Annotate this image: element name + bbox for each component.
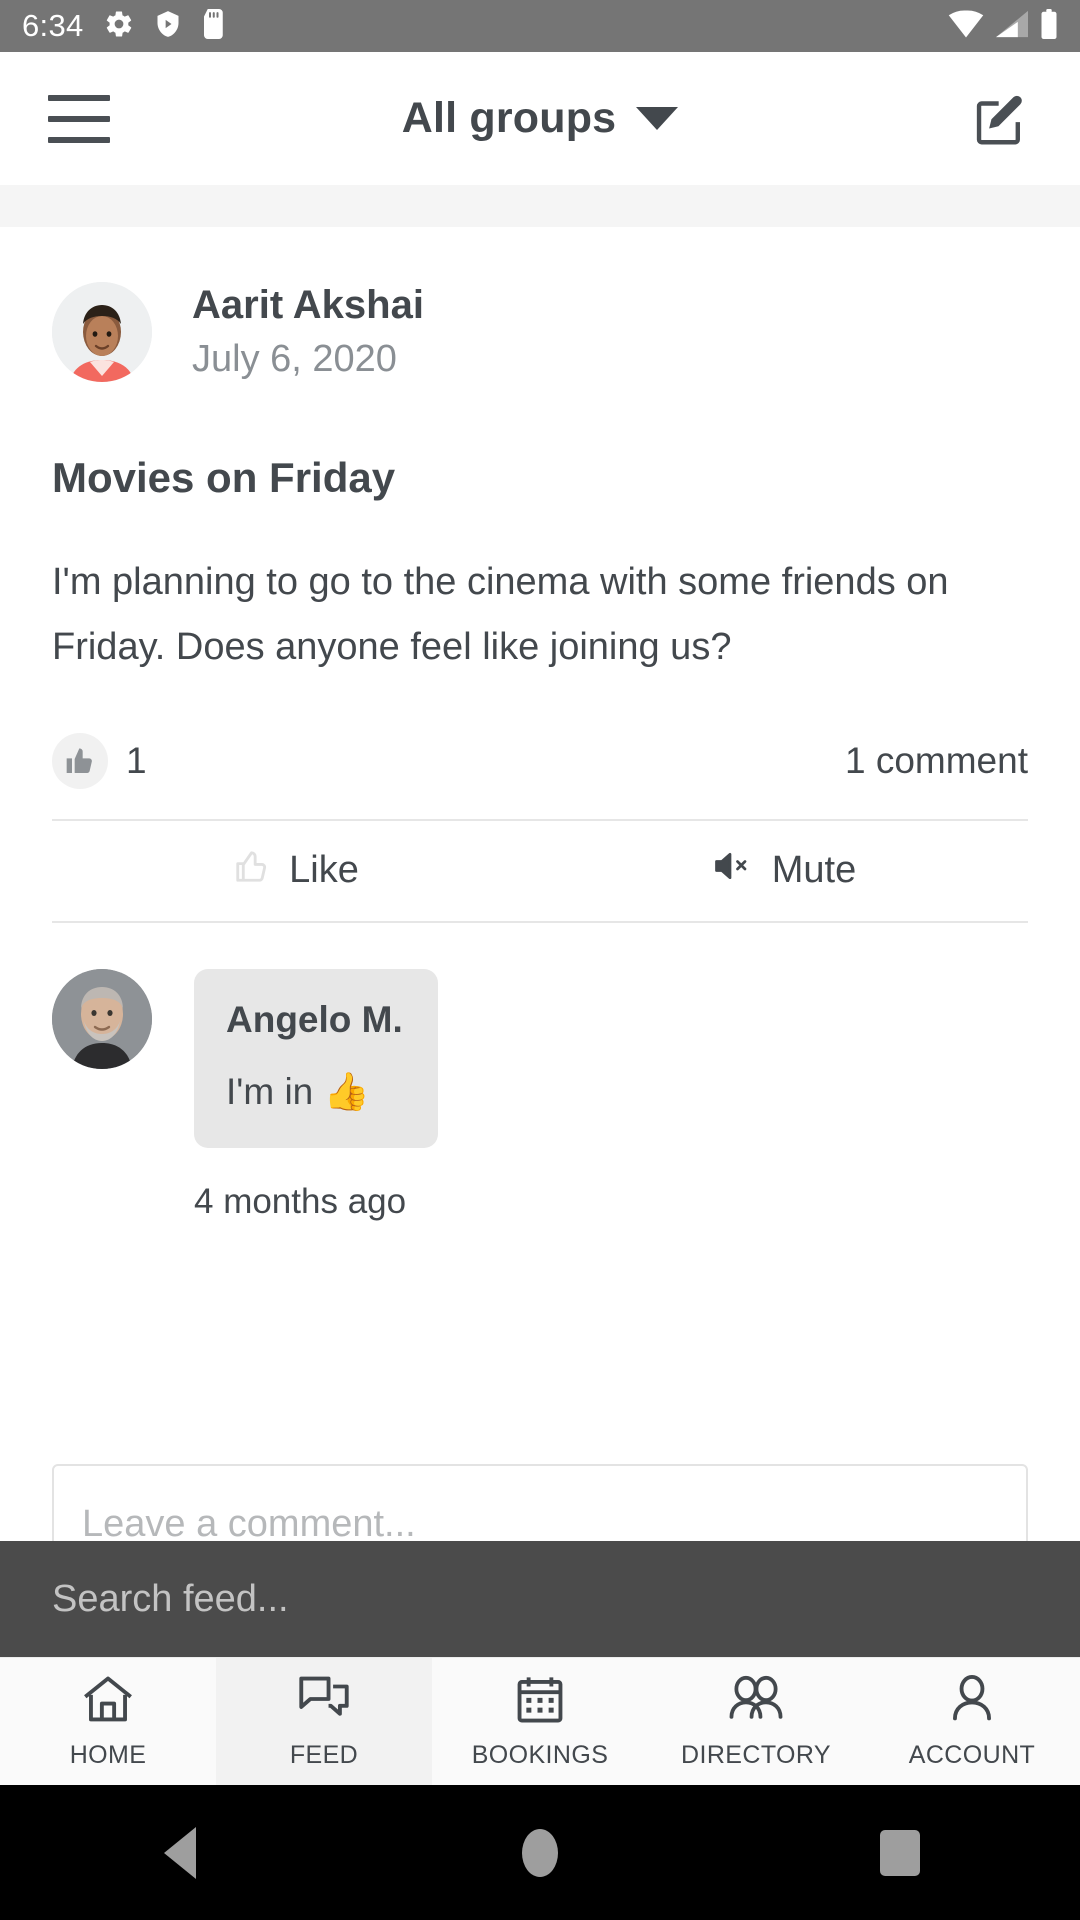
app-header: All groups [0, 52, 1080, 185]
compose-edit-icon[interactable] [970, 88, 1032, 150]
shield-play-icon [154, 9, 182, 44]
comment-text: I'm in 👍 [226, 1070, 370, 1112]
wifi-icon [948, 9, 984, 43]
comment-bubble: Angelo M. I'm in 👍 [194, 968, 438, 1148]
post-meta: Aarit Akshai July 6, 2020 [192, 283, 424, 381]
like-count-group[interactable]: 1 [52, 732, 147, 789]
post-header: Aarit Akshai July 6, 2020 [52, 227, 1028, 382]
comment-author: Angelo M. [226, 998, 403, 1040]
cellular-signal-icon [996, 10, 1028, 43]
android-back-button[interactable] [0, 1826, 360, 1879]
chat-bubbles-icon [296, 1674, 352, 1729]
search-input-placeholder: Search feed... [52, 1577, 289, 1620]
comment-item: Angelo M. I'm in 👍 4 months ago [52, 923, 1028, 1222]
people-icon [727, 1674, 785, 1729]
mute-button[interactable]: Mute [540, 847, 1028, 895]
nav-label-account: ACCOUNT [908, 1740, 1036, 1769]
hamburger-line [48, 115, 110, 122]
thumbs-up-outline-icon [233, 847, 271, 895]
home-icon [80, 1674, 136, 1729]
android-navigation-bar [0, 1785, 1080, 1920]
nav-item-home[interactable]: HOME [0, 1658, 216, 1785]
recents-square-icon [880, 1829, 920, 1876]
like-button[interactable]: Like [52, 847, 540, 895]
comment-count[interactable]: 1 comment [845, 740, 1028, 782]
android-home-button[interactable] [360, 1828, 720, 1877]
group-selector[interactable]: All groups [0, 94, 1080, 143]
post-author: Aarit Akshai [192, 283, 424, 327]
chevron-down-icon[interactable] [636, 107, 679, 130]
speaker-mute-icon [712, 848, 754, 894]
post-title: Movies on Friday [52, 454, 396, 501]
back-triangle-icon [164, 1826, 196, 1879]
hamburger-line [48, 94, 110, 101]
nav-item-feed[interactable]: FEED [216, 1658, 432, 1785]
nav-label-bookings: BOOKINGS [471, 1740, 609, 1769]
thumbs-up-filled-icon [52, 732, 108, 789]
like-button-label: Like [289, 849, 359, 892]
nav-label-feed: FEED [289, 1740, 359, 1769]
comment-input-placeholder: Leave a comment... [82, 1502, 416, 1545]
mute-button-label: Mute [771, 849, 857, 892]
post-counts-row: 1 1 comment [52, 732, 1028, 819]
hamburger-line [48, 136, 110, 143]
nav-item-bookings[interactable]: BOOKINGS [432, 1658, 648, 1785]
nav-label-home: HOME [69, 1740, 147, 1769]
bottom-navigation: HOME FEED BOOKINGS DIRECTORY ACCOUNT [0, 1657, 1080, 1785]
nav-item-directory[interactable]: DIRECTORY [648, 1658, 864, 1785]
status-time: 6:34 [22, 8, 84, 43]
nav-label-directory: DIRECTORY [681, 1740, 831, 1769]
person-icon [947, 1674, 997, 1729]
gear-icon [104, 9, 134, 44]
nav-item-account[interactable]: ACCOUNT [864, 1658, 1080, 1785]
battery-icon [1040, 8, 1058, 44]
comment-content: Angelo M. I'm in 👍 4 months ago [194, 968, 438, 1222]
android-recents-button[interactable] [720, 1829, 1080, 1876]
status-bar: 6:34 [0, 0, 1080, 52]
post-actions: Like Mute [52, 821, 1028, 921]
like-count-value: 1 [126, 739, 147, 781]
search-feed-bar[interactable]: Search feed... [0, 1541, 1080, 1657]
page-title: All groups [401, 94, 617, 142]
post-body: I'm planning to go to the cinema with so… [52, 561, 949, 669]
status-bar-right [948, 8, 1058, 44]
status-bar-left: 6:34 [22, 8, 226, 44]
post-card: Aarit Akshai July 6, 2020 Movies on Frid… [0, 227, 1080, 1222]
avatar[interactable] [52, 968, 152, 1069]
post-date: July 6, 2020 [192, 338, 397, 380]
comment-timestamp: 4 months ago [194, 1181, 407, 1221]
section-separator [0, 185, 1080, 227]
hamburger-menu-icon[interactable] [48, 94, 110, 143]
avatar[interactable] [52, 282, 152, 382]
app-screen: 6:34 All groups Aarit Akshai July 6, 202… [0, 0, 1080, 1920]
home-circle-icon [522, 1828, 558, 1877]
sd-card-icon [202, 8, 226, 44]
calendar-icon [514, 1674, 566, 1729]
